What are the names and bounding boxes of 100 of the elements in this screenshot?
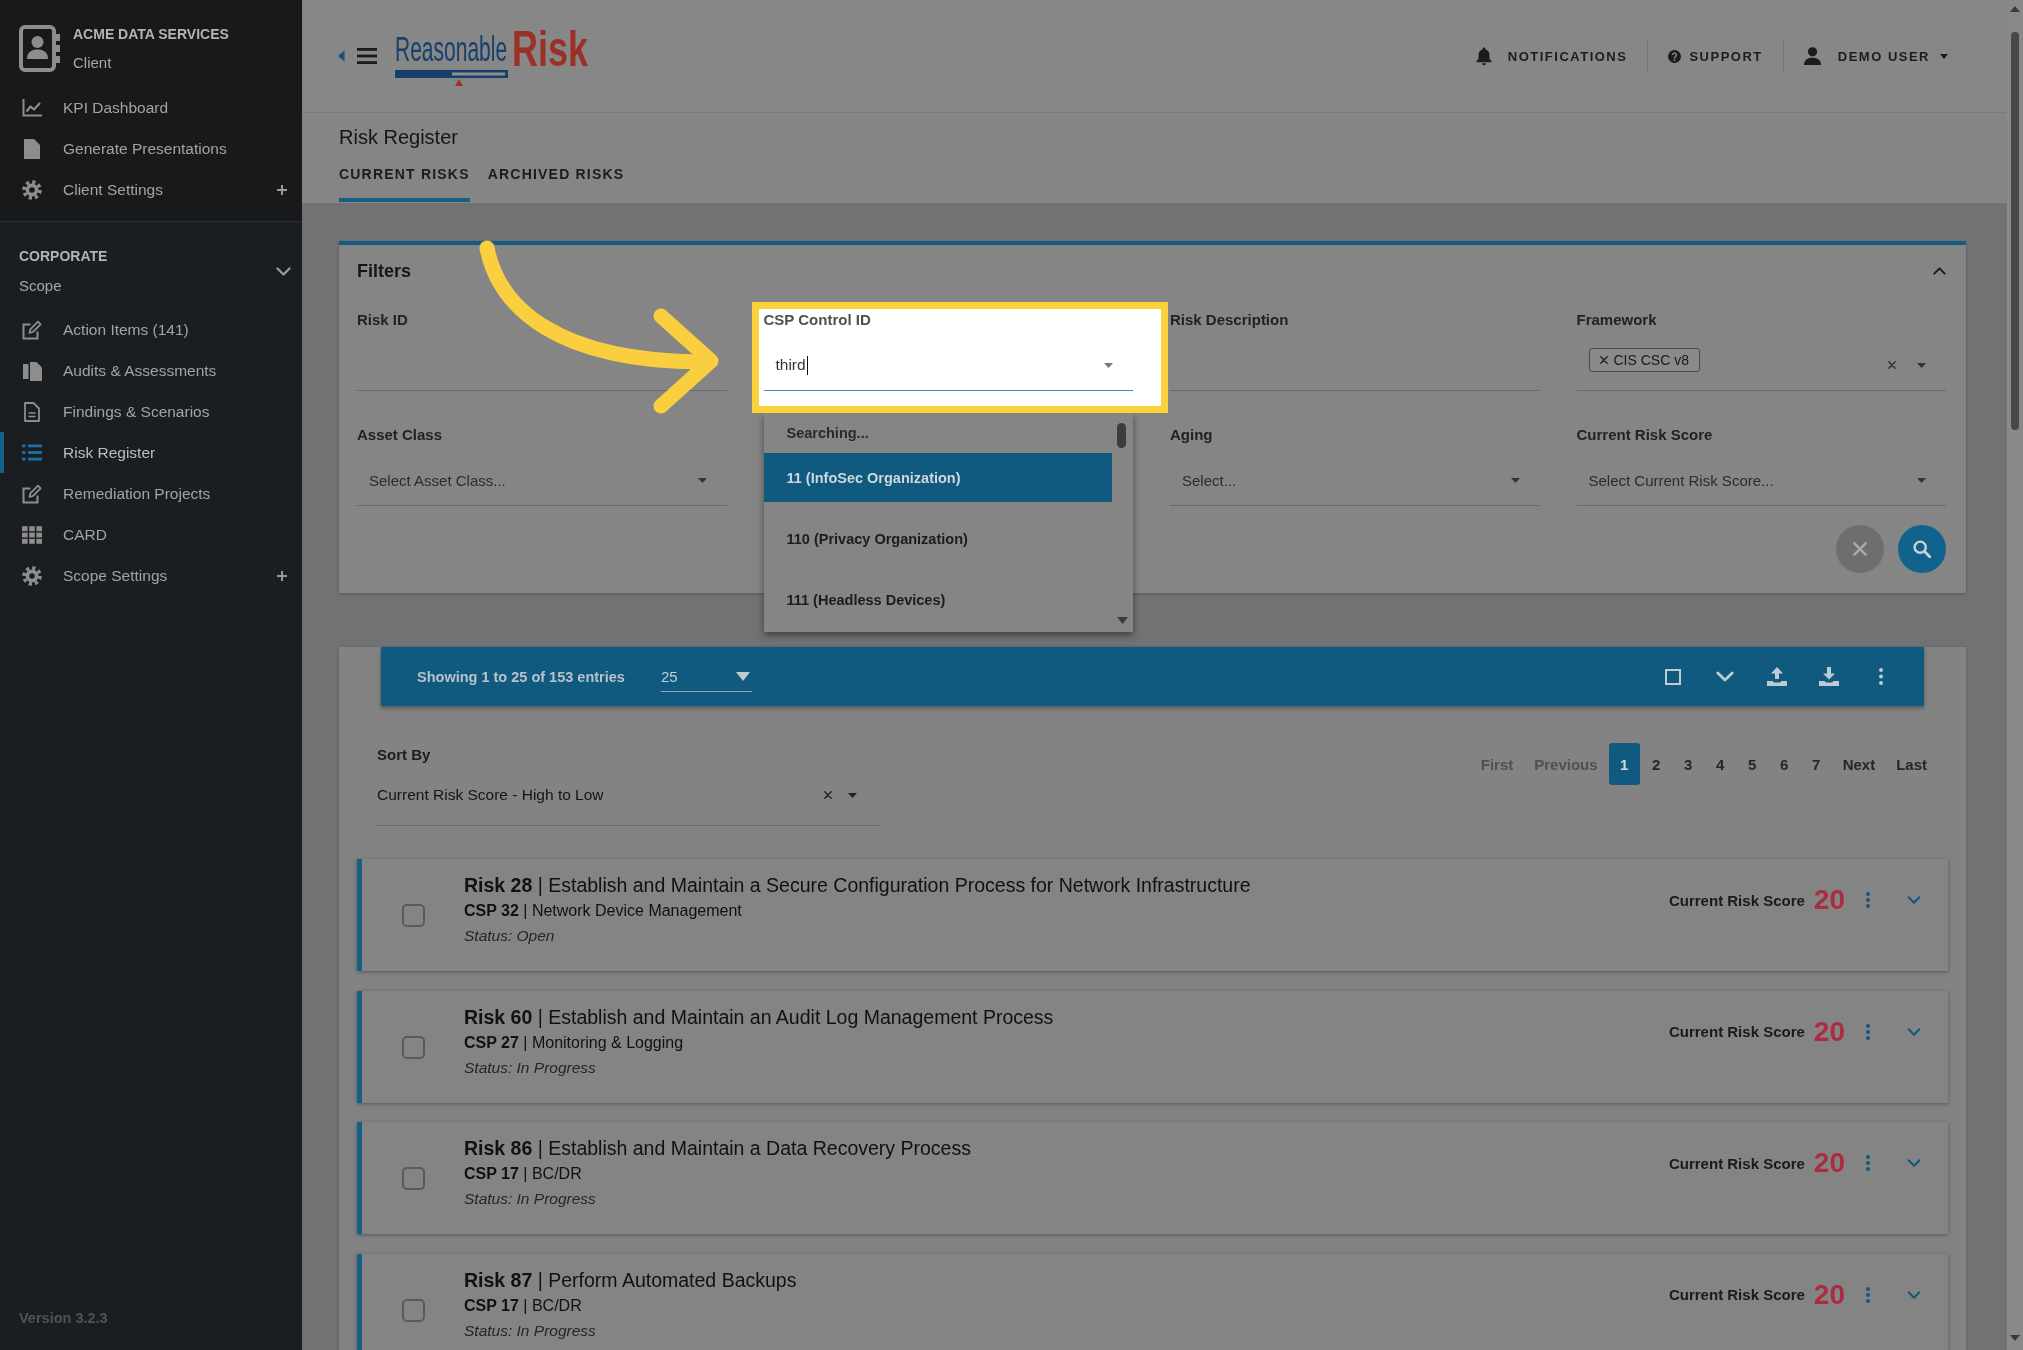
dropdown-status: Searching... <box>785 424 870 443</box>
dropdown-option[interactable]: 111 (Headless Devices) <box>763 575 1112 624</box>
document-icon <box>24 401 40 422</box>
scroll-up-icon[interactable] <box>2010 6 2020 12</box>
sidebar-item[interactable]: Client Settings <box>0 169 302 210</box>
entries-summary: Showing 1 to 25 of 153 entries <box>417 668 625 685</box>
logo: ReasonableRisk <box>395 27 589 85</box>
menu-button[interactable] <box>338 46 377 66</box>
clear-icon[interactable] <box>824 791 832 799</box>
grid-icon <box>22 525 42 544</box>
risk-status: Status: In Progress <box>464 1189 597 1209</box>
clear-filters-button[interactable] <box>1836 525 1884 573</box>
user-menu[interactable]: DEMO USER <box>1803 47 1948 65</box>
caret-icon <box>697 477 707 483</box>
caret-icon <box>1917 477 1926 483</box>
upload-icon[interactable] <box>1767 667 1787 686</box>
field-label: Current Risk Score <box>1576 426 1714 444</box>
risk-score: 20 <box>1813 1279 1845 1310</box>
panel-title: Filters <box>357 260 412 282</box>
more-icon[interactable] <box>1866 892 1870 908</box>
gear-icon <box>22 565 42 586</box>
sidebar-item[interactable]: Remediation Projects <box>0 473 302 514</box>
chevron-up-icon[interactable] <box>1933 267 1946 275</box>
pagination-link[interactable]: 2 <box>1640 743 1672 785</box>
scroll-down-icon[interactable] <box>2010 1335 2020 1341</box>
risk-title[interactable]: Risk 86 | Establish and Maintain a Data Recovery Process <box>464 1136 971 1161</box>
sidebar-item[interactable]: Generate Presentations <box>0 128 302 169</box>
menu-icon <box>338 46 377 66</box>
sidebar-item[interactable]: KPI Dashboard <box>0 87 302 128</box>
pagination-link[interactable]: Next <box>1832 743 1886 785</box>
tag-select-field[interactable]: CIS CSC v8 <box>1576 329 1946 391</box>
caret-icon <box>735 671 750 681</box>
checkbox[interactable] <box>402 1298 425 1322</box>
sidebar-item[interactable]: Scope Settings <box>0 555 302 596</box>
tab[interactable]: ARCHIVED RISKS <box>487 165 625 202</box>
sidebar-item[interactable]: Findings & Scenarios <box>0 391 302 432</box>
search-icon <box>1913 540 1931 558</box>
checkbox[interactable] <box>402 1035 425 1059</box>
risk-status: Status: Open <box>464 926 556 946</box>
plus-icon[interactable] <box>277 570 287 581</box>
clear-icon[interactable] <box>1888 361 1896 369</box>
risk-title[interactable]: Risk 87 | Perform Automated Backups <box>464 1267 797 1293</box>
sort-select[interactable]: Current Risk Score - High to Low <box>377 764 881 826</box>
checkbox[interactable] <box>402 1167 425 1190</box>
close-icon <box>1853 542 1867 556</box>
pagination-link[interactable]: 1 <box>1608 743 1640 785</box>
help-icon <box>1668 49 1682 63</box>
risk-status: Status: In Progress <box>464 1057 597 1078</box>
risk-control: CSP 17 | BC/DR <box>464 1292 797 1318</box>
page-title: Risk Register <box>339 125 459 149</box>
notifications-link[interactable]: NOTIFICATIONS <box>1475 46 1628 66</box>
field-label: Framework <box>1576 311 1658 329</box>
scrollbar-thumb[interactable] <box>1117 423 1126 448</box>
risk-score: 20 <box>1813 885 1845 915</box>
risk-title[interactable]: Risk 28 | Establish and Maintain a Secure Configuration Process for Network Infrastructure <box>464 873 1251 898</box>
field-label: Risk Description <box>1170 311 1290 329</box>
pagination-link[interactable]: 5 <box>1736 743 1768 785</box>
sidebar-item[interactable]: Action Items (141) <box>0 309 302 350</box>
sidebar-item[interactable]: CARD <box>0 514 302 555</box>
square-icon[interactable] <box>1665 668 1681 685</box>
sidebar-item[interactable]: Audits & Assessments <box>0 350 302 391</box>
pagination-link[interactable]: 4 <box>1704 743 1736 785</box>
risk-score: 20 <box>1813 1148 1845 1178</box>
plus-icon[interactable] <box>277 184 287 195</box>
support-link[interactable]: SUPPORT <box>1668 48 1763 64</box>
download-icon[interactable] <box>1819 667 1839 686</box>
scope-type: Scope <box>19 277 63 295</box>
caret-icon <box>1510 477 1520 483</box>
sort-label: Sort By <box>377 746 432 764</box>
search-button[interactable] <box>1898 525 1946 573</box>
score-label: Current Risk Score <box>1668 891 1805 909</box>
select-field[interactable]: Select Current Risk Score... <box>1576 444 1917 505</box>
text-cursor <box>806 355 808 375</box>
risk-title[interactable]: Risk 60 | Establish and Maintain an Audit Log Management Process <box>464 1004 1054 1030</box>
select-field[interactable]: Select... <box>1170 444 1511 505</box>
field-label: Aging <box>1170 426 1214 444</box>
checkbox[interactable] <box>402 904 425 927</box>
field-label: CSP Control ID <box>763 311 872 329</box>
risk-control: CSP 17 | BC/DR <box>464 1161 971 1186</box>
pagination-link[interactable]: 3 <box>1672 743 1704 785</box>
select-field[interactable]: Select Asset Class... <box>357 444 698 505</box>
client-type: Client <box>73 54 113 72</box>
caret-icon <box>848 792 857 798</box>
chevron-down-icon[interactable] <box>276 266 291 276</box>
search-field[interactable]: third <box>763 329 1133 391</box>
page-size-select[interactable]: 25 <box>660 661 752 692</box>
more-icon[interactable] <box>1866 1155 1870 1171</box>
dropdown-option[interactable]: 110 (Privacy Organization) <box>763 514 1112 563</box>
more-icon[interactable] <box>1879 668 1883 685</box>
more-icon[interactable] <box>1866 1286 1870 1303</box>
sidebar-item[interactable]: Risk Register <box>0 432 302 473</box>
dropdown-option[interactable]: 11 (InfoSec Organization) <box>763 453 1112 502</box>
scroll-down-icon[interactable] <box>1117 617 1128 624</box>
pagination-link[interactable]: 7 <box>1800 743 1832 785</box>
client-name: ACME DATA SERVICES <box>73 25 229 43</box>
pagination-link[interactable]: 6 <box>1768 743 1800 785</box>
pagination-link[interactable]: Last <box>1886 743 1937 785</box>
scrollbar-thumb[interactable] <box>2011 32 2019 430</box>
filter-tag[interactable]: CIS CSC v8 <box>1588 348 1700 372</box>
more-icon[interactable] <box>1866 1023 1870 1040</box>
